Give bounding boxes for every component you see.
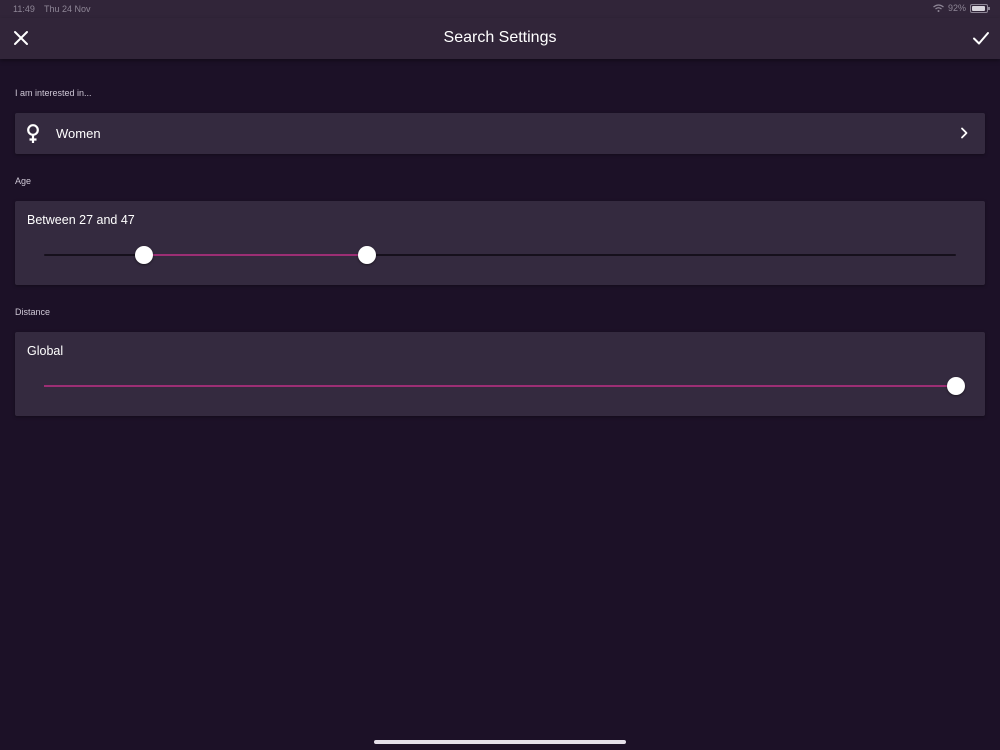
distance-section-label: Distance: [15, 307, 51, 317]
page-title: Search Settings: [443, 29, 557, 46]
battery-percentage: 92%: [947, 3, 966, 13]
status-time: 11:49: [13, 4, 35, 14]
age-section-label: Age: [15, 176, 32, 186]
age-range-slider-fill: [144, 254, 367, 256]
age-min-slider-thumb[interactable]: [135, 246, 154, 264]
chevron-right-icon: [961, 127, 968, 139]
interest-value: Women: [56, 126, 101, 141]
battery-fill: [972, 5, 985, 11]
age-range-slider-track[interactable]: [44, 246, 956, 264]
distance-value-text: Global: [27, 344, 64, 358]
age-card: Between 27 and 47: [15, 201, 985, 285]
female-symbol-icon: [27, 124, 39, 143]
checkmark-icon[interactable]: [972, 29, 990, 47]
distance-slider-thumb[interactable]: [947, 377, 965, 395]
distance-card: Global: [15, 332, 985, 416]
wifi-icon: [933, 4, 944, 12]
status-indicators: 92%: [933, 3, 990, 13]
status-bar: 11:49 Thu 24 Nov 92%: [0, 0, 1000, 18]
interest-selector[interactable]: Women: [15, 113, 985, 154]
distance-slider-fill: [44, 385, 956, 387]
status-date: Thu 24 Nov: [44, 4, 91, 14]
distance-slider-track[interactable]: [44, 377, 965, 395]
home-indicator: [374, 740, 626, 744]
age-max-slider-thumb[interactable]: [357, 246, 376, 264]
age-range-text: Between 27 and 47: [27, 213, 135, 227]
battery-icon: [970, 3, 990, 13]
interest-section-label: I am interested in...: [15, 88, 92, 98]
navigation-bar: Search Settings: [0, 18, 1000, 59]
